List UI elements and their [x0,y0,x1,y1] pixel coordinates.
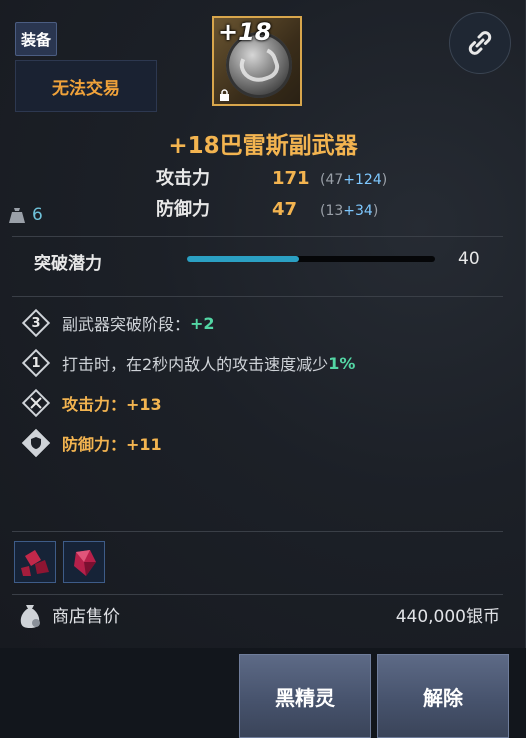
divider [12,236,503,237]
shield-small-icon [21,428,51,458]
breakthrough-bar-fill [187,256,299,262]
dark-elf-button[interactable]: 黑精灵 [239,654,371,738]
red-gem-icon [74,550,96,576]
price-label: 商店售价 [52,607,120,627]
item-name: +18巴雷斯副武器 [168,133,358,159]
stat-label: 防御力 [156,199,210,220]
divider [12,296,503,297]
gem-slot-2[interactable] [63,541,105,583]
effect-defense-bonus: 防御力：+11 [21,428,162,458]
item-tooltip-panel: 装备 无法交易 +18 +18巴雷斯副武器 攻击力 171 (47+124) 防… [0,0,526,648]
red-crystal-icon [21,550,49,576]
stat-value: 47 [272,199,298,220]
release-button[interactable]: 解除 [377,654,509,738]
link-icon [468,31,492,55]
price-value: 440,000银币 [395,607,500,627]
divider [12,531,503,532]
stat-breakdown: (47+124) [320,172,388,188]
item-weight: 6 [8,205,43,225]
equip-tag: 装备 [15,22,57,56]
coin-bag-icon [20,605,40,628]
effect-attack-bonus: 攻击力：+13 [21,388,162,418]
lock-icon [219,89,231,101]
breakthrough-label: 突破潜力 [34,254,102,274]
crossed-swords-icon [21,388,51,418]
untradeable-tag: 无法交易 [15,60,157,112]
breakthrough-value: 40 [458,249,480,269]
link-button[interactable] [449,12,511,74]
shop-price-row: 商店售价 440,000银币 [0,597,526,631]
diamond-1-icon: 1 [21,348,51,378]
item-icon: +18 [212,16,302,106]
gem-slot-1[interactable] [14,541,56,583]
stat-row-defense: 防御力 47 (13+34) [156,195,378,223]
stat-label: 攻击力 [156,168,210,189]
stat-row-attack: 攻击力 171 (47+124) [156,164,387,192]
stat-value: 171 [272,168,310,189]
divider [12,594,503,595]
effect-attack-speed: 1 打击时，在2秒内敌人的攻击速度减少 1% [21,348,355,378]
effect-breakthrough-stage: 3 副武器突破阶段： +2 [21,308,215,338]
diamond-3-icon: 3 [21,308,51,338]
stat-breakdown: (13+34) [320,203,379,219]
weight-icon [9,208,25,223]
weight-value: 6 [32,205,43,225]
enhance-level-label: +18 [218,18,272,46]
